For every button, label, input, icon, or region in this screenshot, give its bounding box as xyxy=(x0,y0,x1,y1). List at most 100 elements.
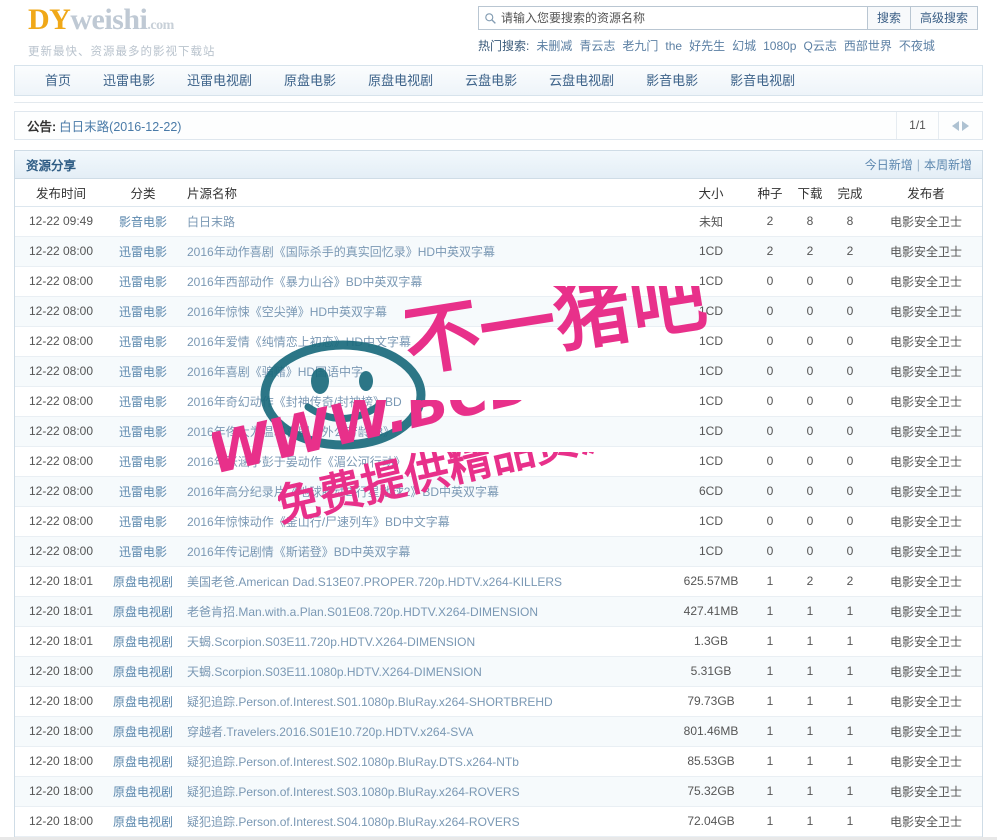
col-header-seeds[interactable]: 种子 xyxy=(750,179,790,207)
cell-name[interactable]: 2016年奇幻动作《封神传奇/封神榜》BD xyxy=(179,386,672,417)
cell-name-link[interactable]: 2016年传记剧情《斯诺登》BD中英双字幕 xyxy=(187,545,410,559)
cell-category[interactable]: 迅雷电影 xyxy=(107,356,179,387)
cell-name[interactable]: 2016年传记剧情《斯诺登》BD中英双字幕 xyxy=(179,536,672,567)
cell-category[interactable]: 迅雷电影 xyxy=(107,536,179,567)
col-header-name[interactable]: 片源名称 xyxy=(179,179,672,207)
hot-keyword-2[interactable]: 老九门 xyxy=(622,39,658,53)
hot-keyword-9[interactable]: 不夜城 xyxy=(899,39,935,53)
cell-category-link[interactable]: 迅雷电影 xyxy=(119,425,167,439)
cell-category[interactable]: 迅雷电影 xyxy=(107,296,179,327)
cell-name-link[interactable]: 天蝎.Scorpion.S03E11.720p.HDTV.X264-DIMENS… xyxy=(187,635,475,649)
hot-keyword-1[interactable]: 青云志 xyxy=(579,39,615,53)
search-button[interactable]: 搜索 xyxy=(867,6,911,30)
cell-category[interactable]: 影音电影 xyxy=(107,206,179,237)
cell-category-link[interactable]: 原盘电视剧 xyxy=(113,695,173,709)
cell-category-link[interactable]: 迅雷电影 xyxy=(119,365,167,379)
col-header-completed[interactable]: 完成 xyxy=(830,179,870,207)
table-row[interactable]: 12-22 08:00 迅雷电影 2016年奇幻动作《封神传奇/封神榜》BD 1CD 0… xyxy=(15,386,982,417)
cell-name[interactable]: 2016年喜剧《骗赌》HD国语中字 xyxy=(179,356,672,387)
cell-name-link[interactable]: 疑犯追踪.Person.of.Interest.S01.1080p.BluRay… xyxy=(187,695,553,709)
cell-category[interactable]: 原盘电视剧 xyxy=(107,566,179,597)
cell-category[interactable]: 原盘电视剧 xyxy=(107,596,179,627)
advanced-search-button[interactable]: 高级搜索 xyxy=(910,6,978,30)
arrow-left-icon[interactable] xyxy=(952,120,959,131)
cell-name[interactable]: 美国老爸.American Dad.S13E07.PROPER.720p.HDT… xyxy=(179,566,672,597)
col-header-time[interactable]: 发布时间 xyxy=(15,179,107,207)
nav-item-3[interactable]: 原盘电影 xyxy=(268,66,352,95)
hot-keyword-5[interactable]: 幻城 xyxy=(732,39,756,53)
cell-name[interactable]: 疑犯追踪.Person.of.Interest.S02.1080p.BluRay… xyxy=(179,746,672,777)
cell-category-link[interactable]: 影音电影 xyxy=(119,215,167,229)
cell-name[interactable]: 2016年爱情《纯情恋上初恋》HD中文字幕 xyxy=(179,326,672,357)
nav-item-2[interactable]: 迅雷电视剧 xyxy=(171,66,268,95)
cell-name-link[interactable]: 2016年佟大为温馨喜剧《外公芳龄28》 xyxy=(187,425,395,439)
cell-category[interactable]: 迅雷电影 xyxy=(107,476,179,507)
search-box[interactable] xyxy=(478,6,868,30)
cell-category-link[interactable]: 原盘电视剧 xyxy=(113,785,173,799)
table-row[interactable]: 12-20 18:00 原盘电视剧 疑犯追踪.Person.of.Interest.… xyxy=(15,806,982,837)
hot-keyword-6[interactable]: 1080p xyxy=(763,39,796,53)
col-header-downloads[interactable]: 下载 xyxy=(790,179,830,207)
cell-category[interactable]: 迅雷电影 xyxy=(107,446,179,477)
cell-name[interactable]: 2016年惊悚《空尖弹》HD中英双字幕 xyxy=(179,296,672,327)
table-row[interactable]: 12-20 18:01 原盘电视剧 天蝎.Scorpion.S03E11.720p.… xyxy=(15,626,982,657)
announcement-link[interactable]: 白日末路(2016-12-22) xyxy=(59,116,181,135)
cell-name-link[interactable]: 2016年西部动作《暴力山谷》BD中英双字幕 xyxy=(187,275,422,289)
link-week-new[interactable]: 本周新增 xyxy=(924,158,972,172)
cell-category-link[interactable]: 原盘电视剧 xyxy=(113,605,173,619)
cell-name[interactable]: 2016年佟大为温馨喜剧《外公芳龄28》 xyxy=(179,416,672,447)
table-row[interactable]: 12-22 08:00 迅雷电影 2016年西部动作《暴力山谷》BD中英双字幕 1CD… xyxy=(15,266,982,297)
cell-category-link[interactable]: 迅雷电影 xyxy=(119,545,167,559)
cell-category-link[interactable]: 迅雷电影 xyxy=(119,485,167,499)
cell-category[interactable]: 迅雷电影 xyxy=(107,506,179,537)
cell-category-link[interactable]: 迅雷电影 xyxy=(119,395,167,409)
col-header-category[interactable]: 分类 xyxy=(107,179,179,207)
table-row[interactable]: 12-20 18:00 原盘电视剧 穿越者.Travelers.2016.S01E1… xyxy=(15,716,982,747)
cell-name[interactable]: 2016年惊悚动作《釜山行/尸速列车》BD中文字幕 xyxy=(179,506,672,537)
cell-name[interactable]: 疑犯追踪.Person.of.Interest.S03.1080p.BluRay… xyxy=(179,776,672,807)
cell-category[interactable]: 原盘电视剧 xyxy=(107,746,179,777)
cell-category[interactable]: 迅雷电影 xyxy=(107,326,179,357)
cell-category[interactable]: 原盘电视剧 xyxy=(107,776,179,807)
nav-item-0[interactable]: 首页 xyxy=(29,66,87,95)
cell-name[interactable]: 老爸肯招.Man.with.a.Plan.S01E08.720p.HDTV.X2… xyxy=(179,596,672,627)
cell-category-link[interactable]: 原盘电视剧 xyxy=(113,815,173,829)
cell-category-link[interactable]: 原盘电视剧 xyxy=(113,725,173,739)
table-row[interactable]: 12-22 08:00 迅雷电影 2016年爱情《纯情恋上初恋》HD中文字幕 1CD 0… xyxy=(15,326,982,357)
hot-keyword-3[interactable]: the xyxy=(665,39,682,53)
cell-name-link[interactable]: 2016年喜剧《骗赌》HD国语中字 xyxy=(187,365,363,379)
table-row[interactable]: 12-22 08:00 迅雷电影 2016年惊悚《空尖弹》HD中英双字幕 1CD 0 0 0… xyxy=(15,296,982,327)
cell-category-link[interactable]: 原盘电视剧 xyxy=(113,575,173,589)
table-row[interactable]: 12-20 18:00 原盘电视剧 疑犯追踪.Person.of.Interest.… xyxy=(15,776,982,807)
cell-category-link[interactable]: 迅雷电影 xyxy=(119,305,167,319)
table-row[interactable]: 12-20 18:00 原盘电视剧 疑犯追踪.Person.of.Interest.… xyxy=(15,686,982,717)
cell-category[interactable]: 迅雷电影 xyxy=(107,236,179,267)
cell-name-link[interactable]: 白日末路 xyxy=(187,215,235,229)
cell-name-link[interactable]: 疑犯追踪.Person.of.Interest.S04.1080p.BluRay… xyxy=(187,815,520,829)
nav-item-7[interactable]: 影音电影 xyxy=(630,66,714,95)
table-row[interactable]: 12-20 18:00 原盘电视剧 天蝎.Scorpion.S03E11.1080p… xyxy=(15,656,982,687)
cell-category-link[interactable]: 迅雷电影 xyxy=(119,515,167,529)
table-row[interactable]: 12-22 08:00 迅雷电影 2016年喜剧《骗赌》HD国语中字 1CD 0 0 0 电影… xyxy=(15,356,982,387)
cell-category-link[interactable]: 迅雷电影 xyxy=(119,275,167,289)
cell-category[interactable]: 迅雷电影 xyxy=(107,416,179,447)
table-row[interactable]: 12-20 18:01 原盘电视剧 老爸肯招.Man.with.a.Plan.S01… xyxy=(15,596,982,627)
table-row[interactable]: 12-22 08:00 迅雷电影 2016年动作喜剧《国际杀手的真实回忆录》HD中英… xyxy=(15,236,982,267)
cell-category-link[interactable]: 迅雷电影 xyxy=(119,455,167,469)
table-row[interactable]: 12-22 08:00 迅雷电影 2016年传记剧情《斯诺登》BD中英双字幕 1CD 0… xyxy=(15,536,982,567)
cell-name-link[interactable]: 2016年爱情《纯情恋上初恋》HD中文字幕 xyxy=(187,335,411,349)
nav-item-6[interactable]: 云盘电视剧 xyxy=(533,66,630,95)
cell-category[interactable]: 迅雷电影 xyxy=(107,386,179,417)
nav-item-4[interactable]: 原盘电视剧 xyxy=(352,66,449,95)
cell-name-link[interactable]: 2016年奇幻动作《封神传奇/封神榜》BD xyxy=(187,395,402,409)
table-row[interactable]: 12-22 08:00 迅雷电影 2016年高分纪录片《地球脉动2/行星地球2》BD… xyxy=(15,476,982,507)
site-logo[interactable]: DYweishi.com 更新最快、资源最多的影视下载站 xyxy=(28,4,258,59)
cell-name-link[interactable]: 老爸肯招.Man.with.a.Plan.S01E08.720p.HDTV.X2… xyxy=(187,605,538,619)
nav-item-8[interactable]: 影音电视剧 xyxy=(714,66,811,95)
search-input[interactable] xyxy=(501,11,863,25)
cell-category-link[interactable]: 原盘电视剧 xyxy=(113,635,173,649)
cell-name[interactable]: 天蝎.Scorpion.S03E11.720p.HDTV.X264-DIMENS… xyxy=(179,626,672,657)
cell-name-link[interactable]: 疑犯追踪.Person.of.Interest.S02.1080p.BluRay… xyxy=(187,755,519,769)
cell-category[interactable]: 原盘电视剧 xyxy=(107,686,179,717)
cell-category[interactable]: 原盘电视剧 xyxy=(107,626,179,657)
